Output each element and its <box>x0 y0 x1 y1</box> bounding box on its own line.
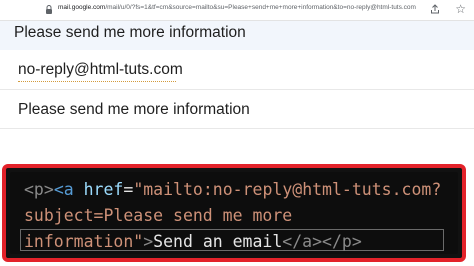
code-line-2: subject=Please send me more <box>24 206 292 225</box>
to-recipient[interactable]: no-reply@html-tuts.com <box>18 61 183 79</box>
subject-input[interactable]: Please send me more information <box>18 101 250 119</box>
code-line-3: information">Send an email</a></p> <box>24 232 362 251</box>
compose-title: Please send me more information <box>14 24 246 41</box>
code-href-value-end: information" <box>24 232 144 251</box>
code-close-p: </p> <box>322 232 362 251</box>
code-open-p: <p> <box>24 180 54 199</box>
bookmark-star-icon[interactable]: ☆ <box>455 2 466 16</box>
code-close-a: </a> <box>282 232 323 251</box>
code-close-bracket: > <box>143 232 154 251</box>
spellcheck-underline <box>18 80 176 82</box>
code-href-attr: href <box>83 180 124 199</box>
url-host: mail.google.com <box>58 4 106 11</box>
code-open-a: <a <box>53 180 74 199</box>
url-text[interactable]: mail.google.com/mail/u/0/?fs=1&tf=cm&sou… <box>58 4 416 11</box>
code-href-value-mid: subject=Please send me more <box>24 206 293 225</box>
share-icon[interactable] <box>430 4 440 14</box>
code-link-text: Send an email <box>153 232 283 251</box>
url-path: /mail/u/0/?fs=1&tf=cm&source=mailto&su=P… <box>105 4 416 11</box>
lock-icon[interactable] <box>45 5 53 14</box>
code-line-1: <p><a href="mailto:no-reply@html-tuts.co… <box>24 180 441 199</box>
code-equals: = <box>123 180 134 199</box>
code-href-value-start: "mailto:no-reply@html-tuts.com? <box>133 180 442 199</box>
address-bar[interactable]: mail.google.com/mail/u/0/?fs=1&tf=cm&sou… <box>0 0 474 21</box>
